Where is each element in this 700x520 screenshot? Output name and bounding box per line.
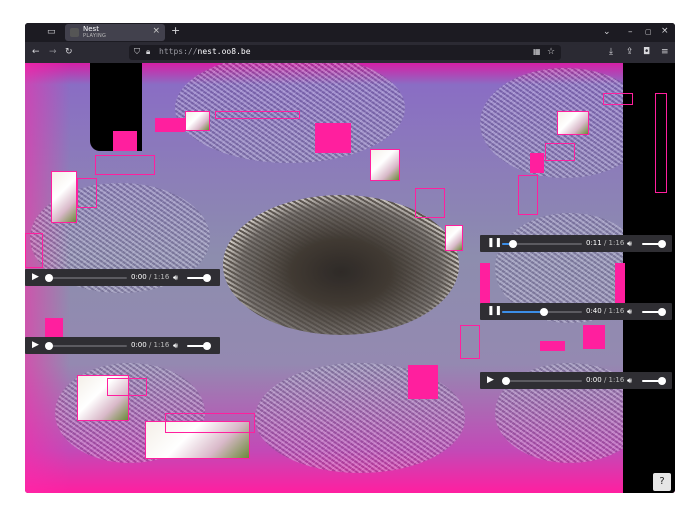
time-display: 0:00 / 1:16: [131, 273, 170, 281]
collage-fragment: [185, 111, 210, 131]
volume-slider[interactable]: [187, 274, 211, 282]
volume-icon[interactable]: 🔊︎: [627, 375, 632, 386]
pause-icon[interactable]: ❚❚: [487, 306, 502, 317]
collage-fragment: [107, 378, 147, 396]
page-canvas: ▶ 0:00 / 1:16 🔊︎ ▶ 0:00 / 1:16 🔊︎ ❚❚ 0:1…: [25, 63, 675, 493]
collage-fragment: [408, 365, 438, 399]
help-button[interactable]: ?: [653, 473, 671, 491]
audio-player[interactable]: ▶ 0:00 / 1:16 🔊︎: [480, 372, 672, 389]
menu-icon[interactable]: ≡: [661, 47, 669, 57]
time-display: 0:40 / 1:16: [586, 307, 625, 315]
plus-icon[interactable]: +: [171, 25, 180, 36]
seek-handle[interactable]: [509, 240, 517, 248]
volume-icon[interactable]: 🔊︎: [173, 340, 178, 351]
seek-progress: [502, 311, 544, 313]
volume-handle[interactable]: [658, 240, 666, 248]
favicon-icon: [70, 28, 79, 37]
collage-fragment: [518, 175, 538, 215]
share-icon[interactable]: ⇪: [626, 47, 634, 57]
collage-fragment: [445, 225, 463, 251]
collage-fragment: [25, 233, 43, 268]
audio-player[interactable]: ▶ 0:00 / 1:16 🔊︎: [25, 269, 220, 286]
seek-slider[interactable]: [502, 240, 582, 248]
seek-slider[interactable]: [45, 274, 127, 282]
close-icon[interactable]: ×: [152, 26, 160, 36]
volume-slider[interactable]: [187, 342, 211, 350]
tab-status: PLAYING: [83, 33, 107, 39]
seek-slider[interactable]: [502, 377, 582, 385]
seek-slider[interactable]: [45, 342, 127, 350]
extension-icon[interactable]: ◘: [643, 47, 650, 57]
seek-slider[interactable]: [502, 308, 582, 316]
pause-icon[interactable]: ❚❚: [487, 238, 502, 249]
collage-fragment: [557, 111, 589, 135]
collage-fragment: [370, 149, 400, 181]
browser-window: ▭ Nest PLAYING × + ⌄ – ▢ × ← → ↻ ⛉ 🔒︎ ht…: [25, 23, 675, 493]
minimize-icon[interactable]: –: [628, 27, 633, 37]
collage-fragment: [215, 111, 300, 119]
play-icon[interactable]: ▶: [487, 375, 494, 386]
volume-icon[interactable]: 🔊︎: [173, 272, 178, 283]
collage-fragment: [480, 263, 490, 303]
seek-handle[interactable]: [540, 308, 548, 316]
volume-handle[interactable]: [203, 274, 211, 282]
collage-fragment: [315, 123, 351, 153]
star-icon[interactable]: ☆: [547, 47, 555, 57]
qr-icon[interactable]: ▦: [533, 47, 541, 57]
tab-overview-icon[interactable]: ▭: [47, 27, 56, 37]
collage-fragment: [530, 153, 544, 173]
time-display: 0:11 / 1:16: [586, 239, 625, 247]
collage-fragment: [603, 93, 633, 105]
collage-fragment: [95, 155, 155, 175]
volume-slider[interactable]: [642, 240, 666, 248]
seek-handle[interactable]: [502, 377, 510, 385]
audio-player[interactable]: ❚❚ 0:11 / 1:16 🔊︎: [480, 235, 672, 252]
volume-handle[interactable]: [203, 342, 211, 350]
collage-fragment: [615, 263, 625, 303]
black-panel: [623, 63, 675, 493]
tab-title: Nest: [83, 25, 99, 33]
volume-icon[interactable]: 🔊︎: [627, 238, 632, 249]
url-text: https://nest.oo8.be: [159, 47, 251, 56]
play-icon[interactable]: ▶: [32, 340, 39, 351]
volume-handle[interactable]: [658, 308, 666, 316]
chevron-down-icon[interactable]: ⌄: [603, 27, 611, 37]
collage-fragment: [155, 118, 185, 132]
time-display: 0:00 / 1:16: [131, 341, 170, 349]
volume-handle[interactable]: [658, 377, 666, 385]
seek-handle[interactable]: [45, 342, 53, 350]
volume-icon[interactable]: 🔊︎: [627, 306, 632, 317]
maximize-icon[interactable]: ▢: [645, 27, 652, 37]
forward-arrow-icon[interactable]: →: [49, 47, 57, 57]
back-arrow-icon[interactable]: ←: [32, 47, 40, 57]
tab-bar: ▭ Nest PLAYING × + ⌄ – ▢ ×: [25, 23, 675, 42]
collage-fragment: [460, 325, 480, 359]
collage-fragment: [45, 318, 63, 338]
collage-fragment: [545, 143, 575, 161]
collage-fragment: [113, 131, 137, 151]
lock-icon[interactable]: 🔒︎: [146, 47, 150, 57]
window-close-icon[interactable]: ×: [661, 26, 669, 36]
audio-player[interactable]: ▶ 0:00 / 1:16 🔊︎: [25, 337, 220, 354]
collage-fragment: [540, 341, 565, 351]
collage-fragment: [165, 413, 255, 433]
download-icon[interactable]: ⤓: [609, 47, 613, 57]
volume-slider[interactable]: [642, 308, 666, 316]
play-icon[interactable]: ▶: [32, 272, 39, 283]
collage-fragment: [77, 178, 97, 208]
seek-handle[interactable]: [45, 274, 53, 282]
time-display: 0:00 / 1:16: [586, 376, 625, 384]
url-bar[interactable]: ⛉ 🔒︎ https://nest.oo8.be ▦ ☆: [129, 45, 561, 60]
shield-icon[interactable]: ⛉: [134, 47, 140, 57]
collage-fragment: [655, 93, 667, 193]
collage-fragment: [51, 171, 77, 223]
tab-nest[interactable]: Nest PLAYING ×: [65, 24, 165, 41]
collage-fragment: [583, 325, 605, 349]
volume-slider[interactable]: [642, 377, 666, 385]
reload-icon[interactable]: ↻: [65, 47, 73, 57]
audio-player[interactable]: ❚❚ 0:40 / 1:16 🔊︎: [480, 303, 672, 320]
collage-fragment: [415, 188, 445, 218]
nav-bar: ← → ↻ ⛉ 🔒︎ https://nest.oo8.be ▦ ☆ ⤓ ⇪ ◘…: [25, 42, 675, 63]
